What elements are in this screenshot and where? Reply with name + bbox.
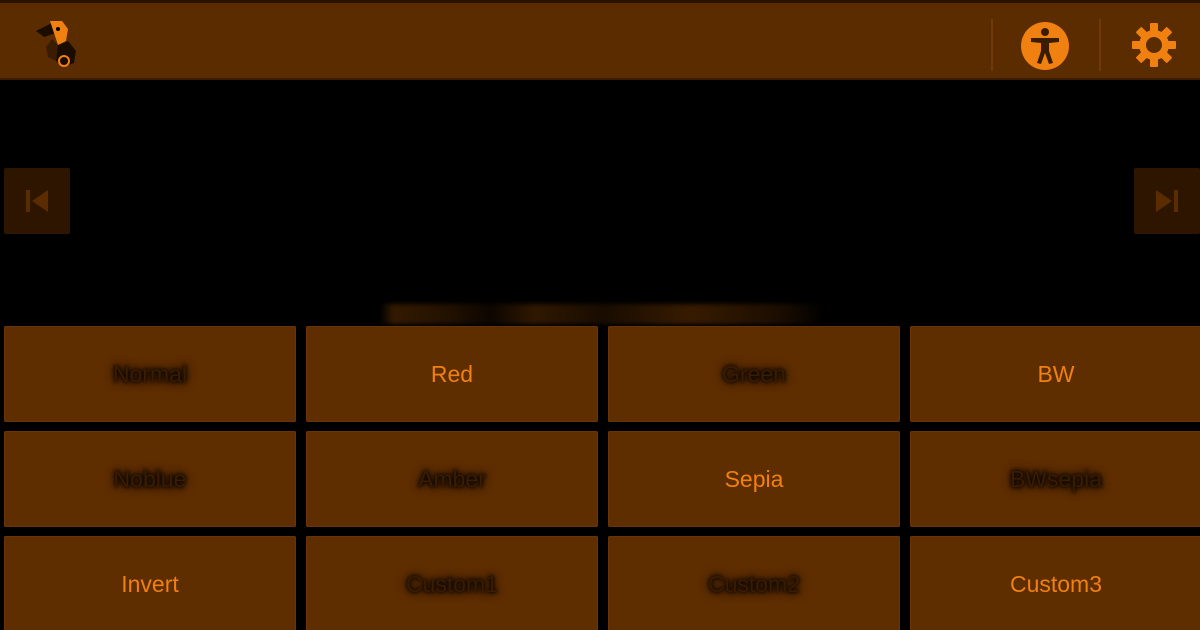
toolbar-divider (1099, 19, 1101, 71)
accessibility-icon[interactable] (1020, 21, 1070, 71)
filter-button-custom3[interactable]: Custom3 (910, 536, 1200, 630)
filter-label: Custom3 (1009, 570, 1103, 597)
filter-label: Custom1 (405, 570, 499, 597)
filter-label: Red (430, 360, 474, 387)
filter-button-sepia[interactable]: Sepia (608, 431, 900, 527)
filter-label: Invert (121, 570, 179, 597)
filter-grid: Normal Red Green BW Noblue Amber Sepia B… (0, 326, 1200, 630)
filter-button-normal[interactable]: Normal (4, 326, 296, 422)
next-button[interactable] (1134, 168, 1200, 234)
filter-label: BW (1037, 360, 1075, 387)
filter-label: Custom2 (707, 570, 801, 597)
toolbar-divider (991, 19, 993, 71)
filter-label: Sepia (724, 465, 784, 492)
filter-button-custom1[interactable]: Custom1 (306, 536, 598, 630)
preview-area (0, 80, 1200, 326)
filter-label: Normal (112, 360, 188, 387)
filter-button-amber[interactable]: Amber (306, 431, 598, 527)
gear-icon[interactable] (1130, 21, 1178, 69)
skip-previous-icon (26, 190, 48, 212)
filter-button-red[interactable]: Red (306, 326, 598, 422)
blurred-preview-strip (380, 304, 824, 324)
filter-label: Noblue (113, 465, 187, 492)
chameleon-logo-icon[interactable] (28, 17, 84, 71)
filter-button-noblue[interactable]: Noblue (4, 431, 296, 527)
filter-label: BWsepia (1009, 465, 1103, 492)
filter-button-custom2[interactable]: Custom2 (608, 536, 900, 630)
filter-button-invert[interactable]: Invert (4, 536, 296, 630)
filter-button-bwsepia[interactable]: BWsepia (910, 431, 1200, 527)
filter-button-green[interactable]: Green (608, 326, 900, 422)
action-bar (0, 0, 1200, 80)
filter-label: Green (722, 360, 786, 387)
filter-label: Amber (418, 465, 486, 492)
previous-button[interactable] (4, 168, 70, 234)
app-window: Normal Red Green BW Noblue Amber Sepia B… (0, 0, 1200, 630)
filter-button-bw[interactable]: BW (910, 326, 1200, 422)
skip-next-icon (1156, 190, 1178, 212)
